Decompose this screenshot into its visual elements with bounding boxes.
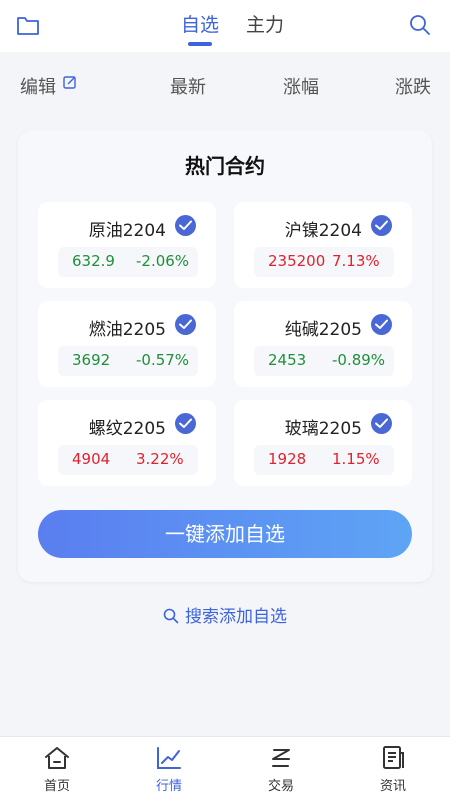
contract-tile[interactable]: 螺纹2205 4904 3.22% (38, 400, 216, 486)
column-change-pct[interactable]: 涨幅 (283, 73, 319, 99)
contract-change: 7.13% (332, 252, 380, 270)
contract-name: 燃油2205 (88, 320, 166, 340)
column-change-amt[interactable]: 涨跌 (395, 73, 431, 99)
contract-change: 3.22% (136, 450, 184, 468)
contract-price: 3692 (72, 351, 111, 369)
contract-name: 纯碱2205 (284, 320, 362, 340)
contract-change: 1.15% (332, 450, 380, 468)
news-icon (383, 746, 404, 769)
edit-icon[interactable] (63, 73, 77, 89)
search-icon (163, 608, 179, 624)
contract-change: -0.57% (136, 351, 190, 369)
header-tabs: 自选 主力 (0, 12, 450, 48)
card-title: 热门合约 (185, 154, 265, 178)
contract-quote: 2453 -0.89% (254, 346, 394, 376)
contract-quote: 3692 -0.57% (58, 346, 198, 376)
contract-quote: 235200 7.13% (254, 247, 394, 277)
nav-item-trade[interactable]: 交易 (241, 743, 321, 799)
contract-change: -0.89% (332, 351, 386, 369)
edit-button[interactable]: 编辑 (20, 73, 56, 99)
contract-tile[interactable]: 沪镍2204 235200 7.13% (234, 202, 412, 288)
search-add-label: 搜索添加自选 (185, 607, 287, 627)
nav-item-news[interactable]: 资讯 (353, 743, 433, 799)
checkmark-icon[interactable] (175, 413, 196, 434)
column-latest[interactable]: 最新 (170, 73, 206, 99)
active-tab-indicator (188, 42, 212, 46)
checkmark-icon[interactable] (175, 215, 196, 236)
top-bar: 自选 主力 (0, 0, 450, 52)
nav-label: 交易 (267, 779, 294, 794)
search-icon[interactable] (408, 13, 434, 39)
contract-name: 螺纹2205 (88, 419, 166, 439)
tab-watchlist[interactable]: 自选 (181, 12, 219, 38)
contract-name: 玻璃2205 (284, 419, 362, 439)
chart-icon (157, 747, 181, 769)
contract-price: 4904 (72, 450, 111, 468)
contract-price: 1928 (268, 450, 307, 468)
nav-item-market[interactable]: 行情 (129, 743, 209, 799)
contract-price: 235200 (268, 252, 326, 270)
home-icon (45, 747, 69, 769)
contract-quote: 632.9 -2.06% (58, 247, 198, 277)
contract-change: -2.06% (136, 252, 190, 270)
contract-tile[interactable]: 玻璃2205 1928 1.15% (234, 400, 412, 486)
nav-label: 首页 (43, 779, 70, 794)
contract-name: 原油2204 (88, 221, 166, 241)
contract-quote: 1928 1.15% (254, 445, 394, 475)
contract-name: 沪镍2204 (284, 221, 362, 241)
checkmark-icon[interactable] (175, 314, 196, 335)
trade-icon (272, 749, 290, 767)
contract-quote: 4904 3.22% (58, 445, 198, 475)
contract-tile[interactable]: 纯碱2205 2453 -0.89% (234, 301, 412, 387)
add-all-to-watchlist-button[interactable]: 一键添加自选 (38, 510, 412, 558)
nav-label: 行情 (155, 779, 182, 794)
contract-price: 2453 (268, 351, 307, 369)
nav-label: 资讯 (379, 779, 406, 794)
contract-price: 632.9 (72, 252, 115, 270)
nav-item-home[interactable]: 首页 (17, 743, 97, 799)
bottom-nav: 首页 行情 交易 资讯 (0, 736, 450, 800)
search-add-link[interactable]: 搜索添加自选 (0, 602, 450, 628)
column-header: 编辑 最新 涨幅 涨跌 (0, 60, 450, 108)
hot-contracts-card: 热门合约 原油2204 632.9 -2.06% 沪镍2204 235200 7… (18, 130, 432, 582)
checkmark-icon[interactable] (371, 314, 392, 335)
checkmark-icon[interactable] (371, 215, 392, 236)
contract-tile[interactable]: 燃油2205 3692 -0.57% (38, 301, 216, 387)
checkmark-icon[interactable] (371, 413, 392, 434)
contract-tile[interactable]: 原油2204 632.9 -2.06% (38, 202, 216, 288)
tab-main-contract[interactable]: 主力 (246, 12, 284, 38)
